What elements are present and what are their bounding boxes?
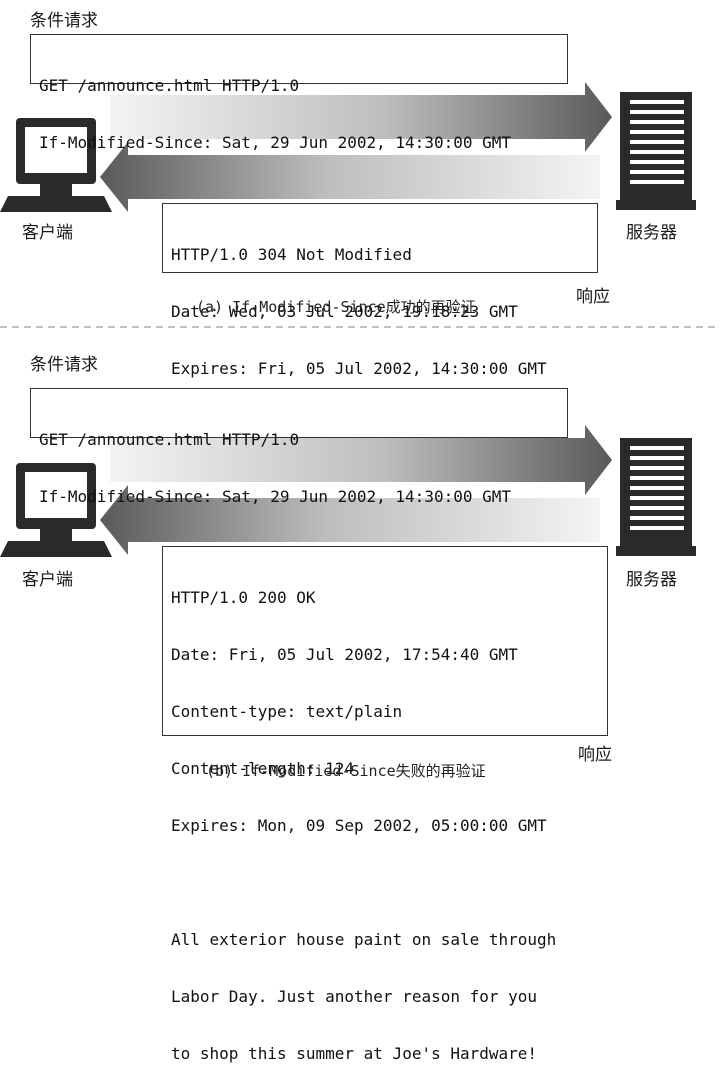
request-box-b: GET /announce.html HTTP/1.0 If-Modified-… (30, 388, 568, 506)
caption-text: 成功的再验证 (385, 298, 476, 316)
caption-prefix: (b) (206, 762, 234, 780)
response-line: All exterior house paint on sale through (171, 930, 557, 949)
client-label-b: 客户端 (22, 570, 73, 590)
response-line: HTTP/1.0 304 Not Modified (171, 245, 412, 264)
caption-prefix: (a) (196, 298, 224, 316)
caption-a: (a) If-Modified-Since成功的再验证 (196, 296, 476, 317)
response-line: Expires: Mon, 09 Sep 2002, 05:00:00 GMT (171, 816, 547, 835)
request-box-a: GET /announce.html HTTP/1.0 If-Modified-… (30, 34, 568, 152)
response-line: Labor Day. Just another reason for you (171, 987, 538, 1006)
response-line: to shop this summer at Joe's Hardware! (171, 1044, 538, 1063)
request-line: If-Modified-Since: Sat, 29 Jun 2002, 14:… (39, 133, 512, 152)
request-line: GET /announce.html HTTP/1.0 (39, 76, 300, 95)
caption-code: If-Modified-Since (242, 762, 396, 780)
server-icon (616, 92, 696, 210)
server-icon (616, 438, 696, 556)
caption-text: 失败的再验证 (395, 762, 486, 780)
caption-b: (b) If-Modified-Since失败的再验证 (206, 760, 486, 781)
response-line: Expires: Fri, 05 Jul 2002, 14:30:00 GMT (171, 359, 547, 378)
request-title-b: 条件请求 (30, 355, 98, 375)
server-label-a: 服务器 (626, 223, 677, 243)
response-box-a: HTTP/1.0 304 Not Modified Date: Wed, 03 … (162, 203, 598, 378)
response-box-b: HTTP/1.0 200 OK Date: Fri, 05 Jul 2002, … (162, 546, 608, 1063)
response-label-a: 响应 (576, 287, 610, 307)
response-line: Date: Fri, 05 Jul 2002, 17:54:40 GMT (171, 645, 518, 664)
response-line (171, 873, 599, 892)
response-label-b: 响应 (578, 745, 612, 765)
response-line: HTTP/1.0 200 OK (171, 588, 316, 607)
request-title-a: 条件请求 (30, 11, 98, 31)
request-line: GET /announce.html HTTP/1.0 (39, 430, 300, 449)
request-line: If-Modified-Since: Sat, 29 Jun 2002, 14:… (39, 487, 512, 506)
client-label-a: 客户端 (22, 223, 73, 243)
caption-code: If-Modified-Since (232, 298, 386, 316)
response-line: Content-type: text/plain (171, 702, 403, 721)
server-label-b: 服务器 (626, 570, 677, 590)
